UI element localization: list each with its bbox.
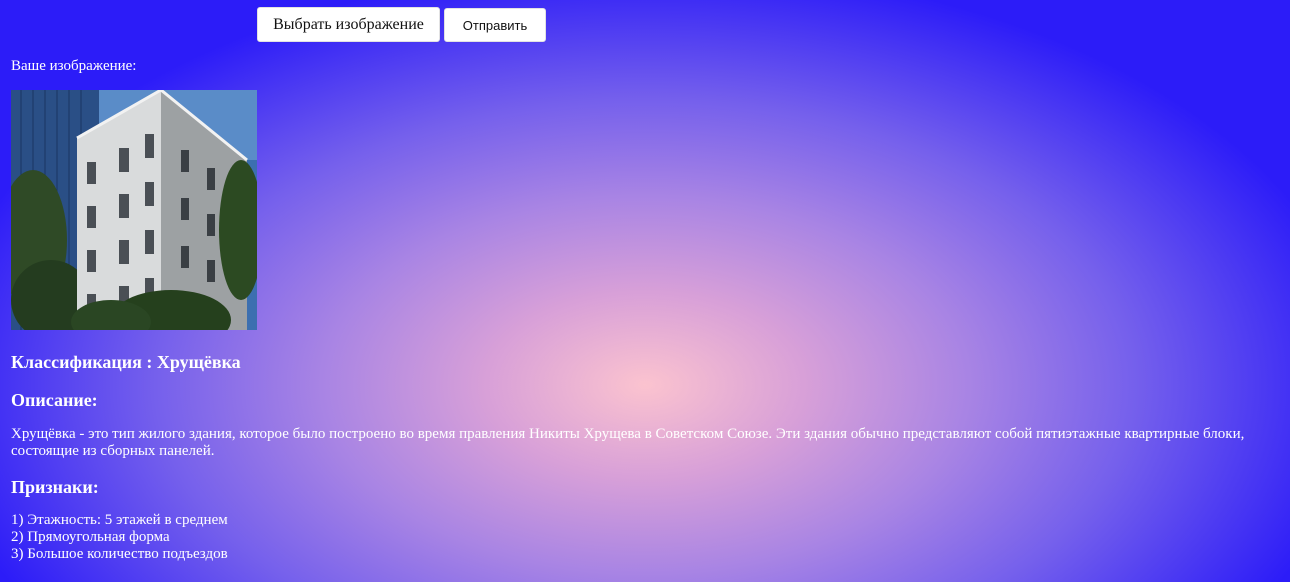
send-button[interactable]: Отправить <box>444 8 546 42</box>
features-list: 1) Этажность: 5 этажей в среднем 2) Прям… <box>11 512 1281 563</box>
classification-heading: Классификация : Хрущёвка <box>11 351 1281 373</box>
features-heading: Признаки: <box>11 477 99 497</box>
image-caption: Ваше изображение: <box>11 58 137 74</box>
feature-item: 3) Большое количество подъездов <box>11 546 228 562</box>
classification-label: Классификация <box>11 352 142 372</box>
classification-value: Хрущёвка <box>156 352 241 372</box>
description-text: Хрущёвка - это тип жилого здания, которо… <box>11 426 1245 459</box>
classification-separator: : <box>141 352 157 372</box>
feature-item: 2) Прямоугольная форма <box>11 529 170 545</box>
result-section: Классификация : Хрущёвка Описание: Хрущё… <box>11 351 1281 563</box>
choose-image-button[interactable]: Выбрать изображение <box>257 7 440 42</box>
toolbar: Выбрать изображение Отправить <box>257 7 546 42</box>
uploaded-building-image <box>11 90 257 330</box>
feature-item: 1) Этажность: 5 этажей в среднем <box>11 512 228 528</box>
description-heading: Описание: <box>11 390 98 410</box>
